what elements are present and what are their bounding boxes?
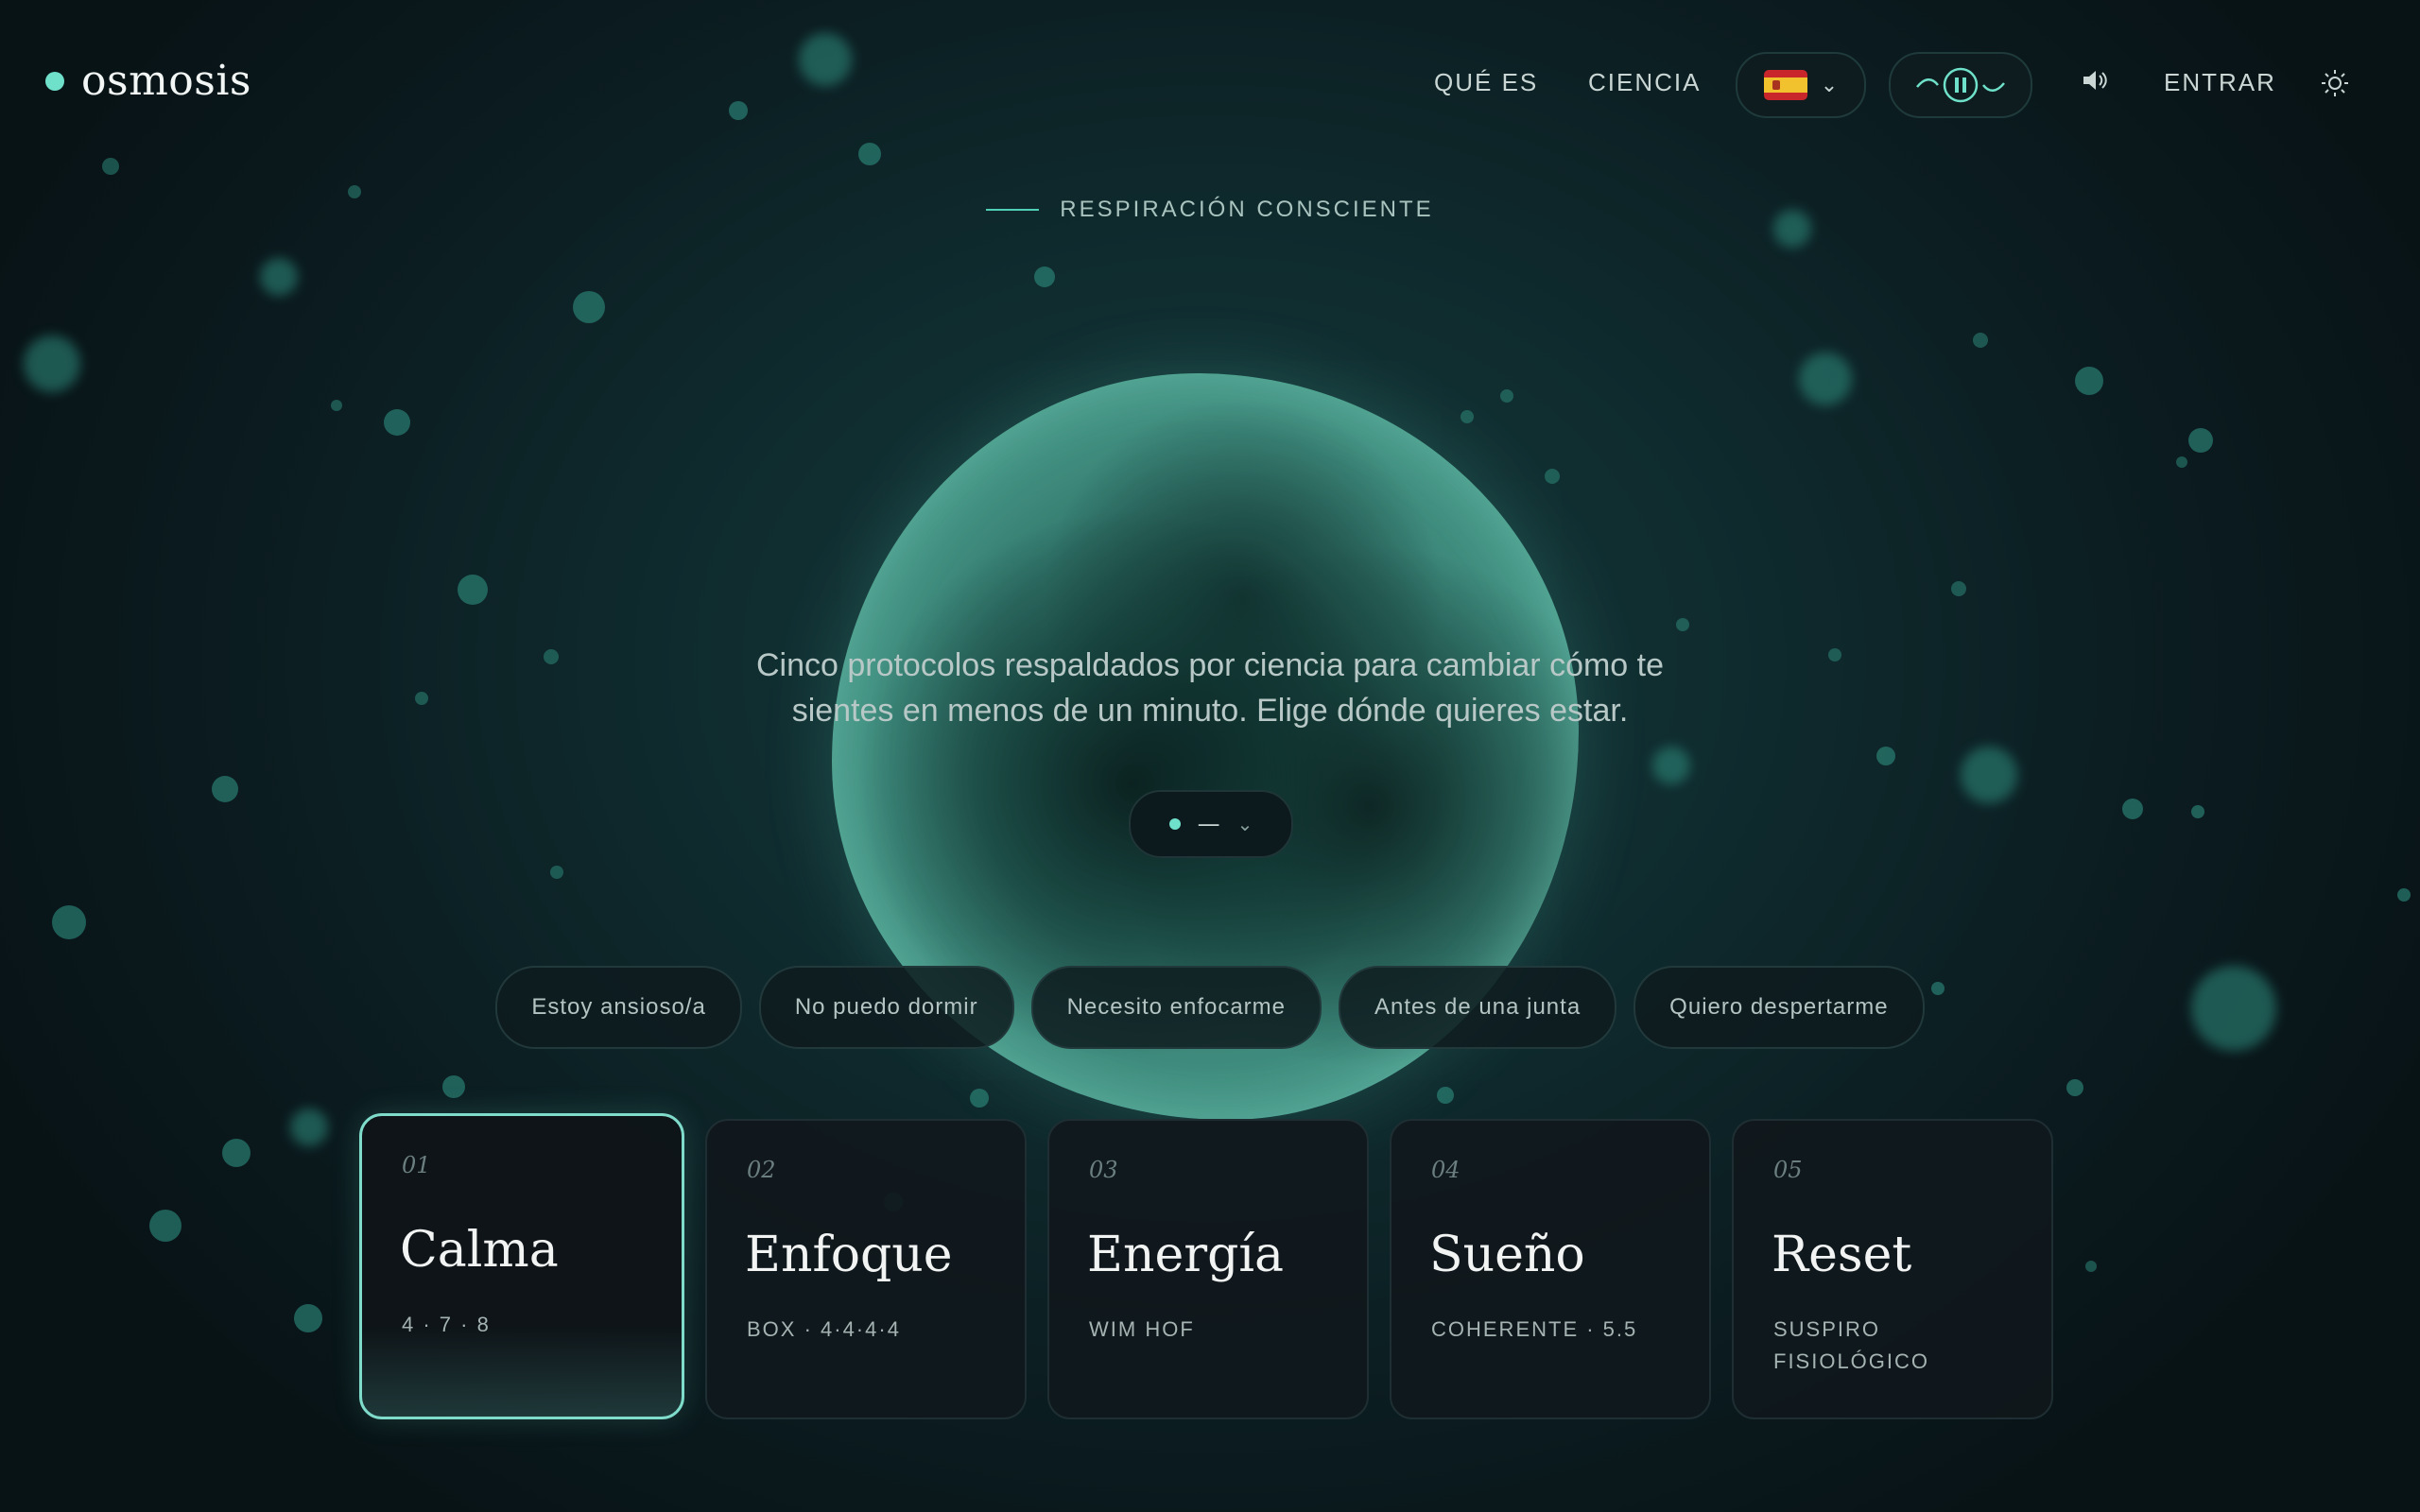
eyebrow-line bbox=[986, 209, 1040, 211]
protocol-card-calma[interactable]: 01 Calma 4 · 7 · 8 bbox=[359, 1113, 684, 1419]
card-title: Sueño bbox=[1429, 1227, 1585, 1283]
theme-toggle-sun-icon[interactable] bbox=[2321, 69, 2349, 97]
card-subtitle: SUSPIRO FISIOLÓGICO bbox=[1773, 1317, 1930, 1373]
card-title: Calma bbox=[400, 1222, 559, 1279]
volume-icon[interactable] bbox=[2080, 66, 2108, 94]
chevron-down-icon: ⌄ bbox=[1236, 813, 1253, 835]
chip-anxious[interactable]: Estoy ansioso/a bbox=[495, 966, 742, 1049]
top-nav: osmosis QUÉ ES CIENCIA ⌄ ENTRAR bbox=[0, 0, 2420, 170]
chip-cant-sleep[interactable]: No puedo dormir bbox=[758, 966, 1014, 1049]
nav-que-es[interactable]: QUÉ ES bbox=[1434, 68, 1538, 97]
card-title: Reset bbox=[1772, 1227, 1912, 1283]
chip-wake-up[interactable]: Quiero despertarme bbox=[1634, 966, 1925, 1049]
pause-wave-icon bbox=[1916, 67, 2005, 103]
protocol-card-energia[interactable]: 03 Energía WIM HOF bbox=[1047, 1119, 1369, 1419]
login-link[interactable]: ENTRAR bbox=[2164, 68, 2276, 97]
selector-value: — bbox=[1197, 811, 1220, 837]
card-number: 05 bbox=[1773, 1157, 1803, 1183]
breath-player-toggle[interactable] bbox=[1889, 52, 2032, 118]
eyebrow: RESPIRACIÓN CONSCIENTE bbox=[0, 197, 2420, 223]
eyebrow-text: RESPIRACIÓN CONSCIENTE bbox=[1060, 197, 1434, 222]
card-number: 03 bbox=[1089, 1157, 1118, 1183]
tagline-line-1: Cinco protocolos respaldados por ciencia… bbox=[755, 647, 1665, 683]
protocol-card-enfoque[interactable]: 02 Enfoque BOX · 4·4·4·4 bbox=[705, 1119, 1027, 1419]
nav-ciencia[interactable]: CIENCIA bbox=[1588, 68, 1701, 97]
card-number: 02 bbox=[747, 1157, 776, 1183]
card-subtitle: WIM HOF bbox=[1089, 1317, 1195, 1341]
hero-tagline: Cinco protocolos respaldados por ciencia… bbox=[0, 643, 2420, 733]
logo-dot-icon bbox=[45, 71, 64, 91]
card-number: 04 bbox=[1431, 1157, 1461, 1183]
language-selector[interactable]: ⌄ bbox=[1736, 52, 1866, 118]
logo-text: osmosis bbox=[81, 57, 252, 105]
card-subtitle: BOX · 4·4·4·4 bbox=[747, 1317, 901, 1341]
chip-focus[interactable]: Necesito enfocarme bbox=[1030, 966, 1322, 1049]
intent-chips: Estoy ansioso/a No puedo dormir Necesito… bbox=[0, 966, 2420, 1049]
card-subtitle: COHERENTE · 5.5 bbox=[1431, 1317, 1638, 1341]
mood-selector[interactable]: — ⌄ bbox=[1129, 790, 1293, 858]
chip-before-meeting[interactable]: Antes de una junta bbox=[1339, 966, 1617, 1049]
card-subtitle: 4 · 7 · 8 bbox=[402, 1313, 491, 1336]
protocol-cards: 01 Calma 4 · 7 · 8 02 Enfoque BOX · 4·4·… bbox=[359, 1113, 2053, 1419]
card-title: Energía bbox=[1087, 1227, 1284, 1283]
protocol-card-sueno[interactable]: 04 Sueño COHERENTE · 5.5 bbox=[1390, 1119, 1711, 1419]
logo[interactable]: osmosis bbox=[45, 57, 251, 105]
protocol-card-reset[interactable]: 05 Reset SUSPIRO FISIOLÓGICO bbox=[1732, 1119, 2053, 1419]
card-number: 01 bbox=[402, 1152, 431, 1178]
tagline-line-2: sientes en menos de un minuto. Elige dón… bbox=[791, 693, 1629, 729]
chevron-down-icon: ⌄ bbox=[1820, 73, 1839, 97]
card-title: Enfoque bbox=[745, 1227, 953, 1283]
spain-flag-icon bbox=[1763, 70, 1807, 100]
status-dot-icon bbox=[1168, 818, 1181, 830]
